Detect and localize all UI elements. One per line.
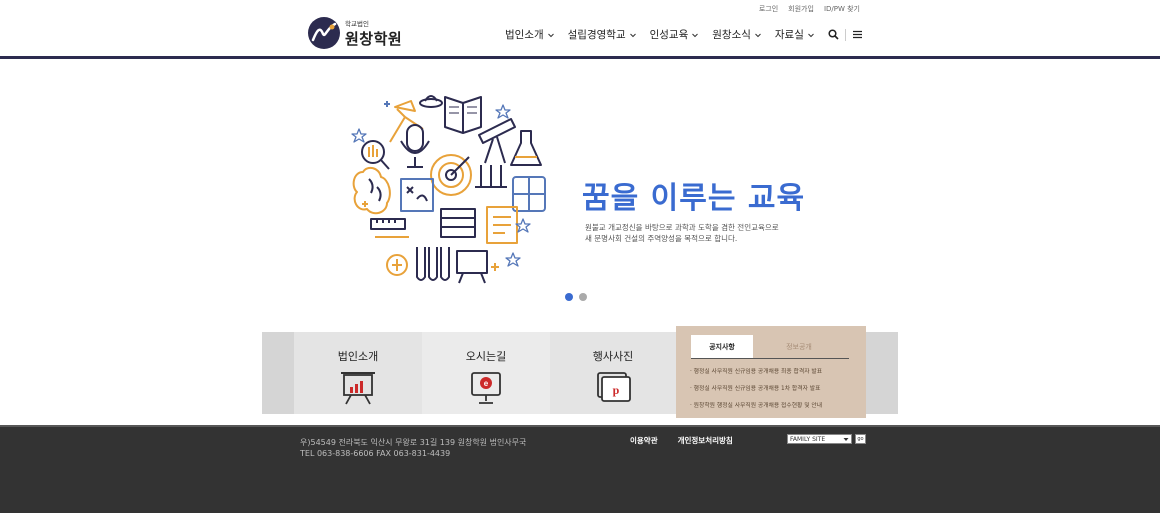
utility-links: 로그인 회원가입 ID/PW 찾기 <box>759 4 860 14</box>
quick-card-photos[interactable]: 행사사진 p <box>550 332 676 414</box>
nav-item-character-education[interactable]: 인성교육 <box>650 27 700 42</box>
nav-item-label: 설립경영학교 <box>567 29 626 41</box>
menu-icon[interactable] <box>852 29 863 40</box>
chevron-down-icon <box>808 33 814 37</box>
main-nav: 법인소개 설립경영학교 인성교육 원창소식 자료실 <box>505 27 863 42</box>
chevron-down-icon <box>692 33 699 37</box>
tab-information-disclosure[interactable]: 정보공개 <box>769 335 829 358</box>
logo-title: 원창학원 <box>345 29 403 48</box>
nav-item-news[interactable]: 원창소식 <box>712 27 762 42</box>
hero-slider: 꿈을 이루는 교육 원불교 개교정신을 바탕으로 과학과 도학을 겸한 전인교육… <box>0 59 1160 319</box>
quick-card-foundation[interactable]: 법인소개 <box>294 332 422 414</box>
privacy-policy-link[interactable]: 개인정보처리방침 <box>678 435 733 446</box>
tab-notice[interactable]: 공지사항 <box>691 335 753 358</box>
terms-link[interactable]: 이용약관 <box>630 435 658 446</box>
slider-dot-2[interactable] <box>579 293 587 301</box>
search-icon[interactable] <box>828 29 839 40</box>
quick-card-label: 행사사진 <box>592 350 634 363</box>
login-link[interactable]: 로그인 <box>759 4 778 14</box>
header: 로그인 회원가입 ID/PW 찾기 학교법인 원창학원 법인소개 설립경영학교 <box>0 0 1160 59</box>
footer-address: 우)54549 전라북도 익산시 무왕로 31길 139 원창학원 법인사무국 … <box>300 437 526 459</box>
logo-subtitle: 학교법인 <box>345 19 369 28</box>
nav-item-schools[interactable]: 설립경영학교 <box>568 27 637 42</box>
svg-text:e: e <box>484 379 489 388</box>
presentation-chart-icon <box>341 372 375 405</box>
nav-item-foundation[interactable]: 법인소개 <box>505 27 555 42</box>
footer: 우)54549 전라북도 익산시 무왕로 31길 139 원창학원 법인사무국 … <box>0 425 1160 513</box>
slider-dot-1[interactable] <box>565 293 573 301</box>
hero-description-line: 원불교 개교정신을 바탕으로 과학과 도학을 겸한 전인교육으로 <box>585 223 779 232</box>
education-illustration <box>351 95 546 284</box>
hero-title: 꿈을 이루는 교육 <box>582 181 806 216</box>
nav-divider <box>844 28 846 41</box>
quick-card-directions[interactable]: 오시는길 e <box>422 332 550 414</box>
hero-description-line: 새 문명사회 건설의 주역양성을 목적으로 합니다. <box>585 234 738 243</box>
slider-pagination <box>565 293 587 301</box>
chevron-down-icon <box>629 33 636 37</box>
chevron-down-icon <box>547 33 554 37</box>
svg-text:p: p <box>613 383 620 397</box>
chevron-down-icon <box>755 33 761 37</box>
notice-list: · 행정실 사무직원 신규임용 공개채용 최종 합격자 발표 · 행정실 사무직… <box>690 367 860 418</box>
notice-board: 공지사항 정보공개 · 행정실 사무직원 신규임용 공개채용 최종 합격자 발표… <box>676 326 866 418</box>
nav-item-label: 자료실 <box>774 29 804 41</box>
quick-card-label: 법인소개 <box>337 350 379 363</box>
family-site-value: FAMILY SITE <box>790 435 826 443</box>
address-text: 우)54549 전라북도 익산시 무왕로 31길 139 원창학원 법인사무국 <box>300 438 527 447</box>
list-item[interactable]: · 원창학원 행정실 사무직원 공개채용 접수현황 및 안내 <box>690 401 860 418</box>
signup-link[interactable]: 회원가입 <box>788 4 814 14</box>
footer-links: 이용약관 개인정보처리방침 <box>630 435 733 446</box>
logo[interactable]: 학교법인 원창학원 <box>307 16 402 50</box>
logo-text: 학교법인 원창학원 <box>345 18 402 49</box>
family-site-select[interactable]: FAMILY SITE <box>787 434 852 444</box>
list-item[interactable]: · 행정실 사무직원 신규임용 공개채용 1차 합격자 발표 <box>690 384 860 401</box>
nav-icons <box>828 28 863 41</box>
hero-description: 원불교 개교정신을 바탕으로 과학과 도학을 겸한 전인교육으로 새 문명사회 … <box>585 222 805 244</box>
find-account-link[interactable]: ID/PW 찾기 <box>824 4 860 14</box>
chevron-down-icon <box>843 437 849 441</box>
notice-tabs: 공지사항 정보공개 <box>691 335 849 359</box>
family-site: FAMILY SITE go <box>787 434 866 444</box>
photo-frame-icon: p <box>597 372 631 402</box>
nav-item-archive[interactable]: 자료실 <box>775 27 815 42</box>
nav-item-label: 원창소식 <box>712 29 751 41</box>
monitor-icon: e <box>471 372 501 404</box>
contact-text: TEL 063-838-6606 FAX 063-831-4439 <box>300 449 451 458</box>
quick-card-label: 오시는길 <box>465 350 507 363</box>
page: 로그인 회원가입 ID/PW 찾기 학교법인 원창학원 법인소개 설립경영학교 <box>0 0 1160 513</box>
family-site-go-button[interactable]: go <box>855 434 866 444</box>
nav-item-label: 법인소개 <box>505 29 544 41</box>
list-item[interactable]: · 행정실 사무직원 신규임용 공개채용 최종 합격자 발표 <box>690 367 860 384</box>
logo-emblem-icon <box>308 17 340 49</box>
nav-item-label: 인성교육 <box>649 29 689 41</box>
